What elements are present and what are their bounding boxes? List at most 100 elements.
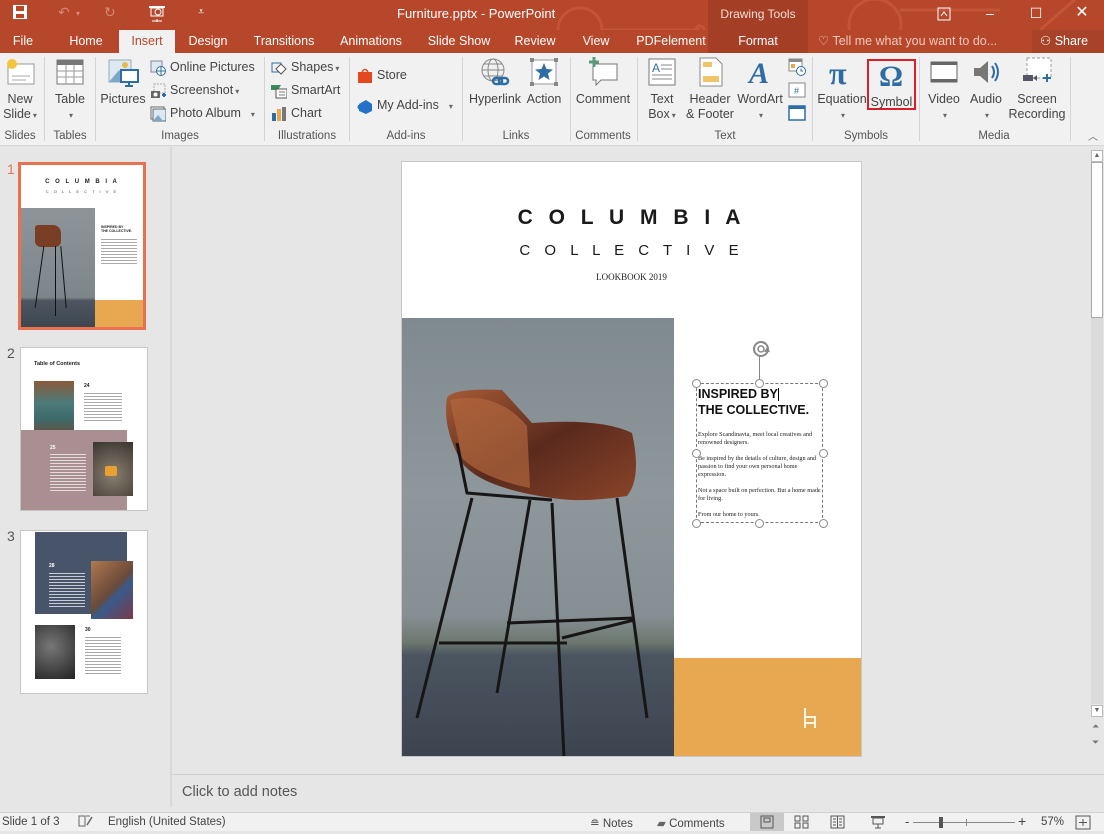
divider [264, 57, 265, 141]
slide-show-button[interactable] [870, 815, 886, 832]
screenshot-button[interactable]: Screenshot ▾ [150, 80, 239, 100]
comment-button[interactable]: Comment [574, 56, 632, 107]
new-slide-button[interactable]: New Slide ▾ [2, 56, 38, 123]
slide-thumbnail-1[interactable]: C O L U M B I A C O L L E C T I V E INSP… [18, 162, 146, 330]
tab-home[interactable]: Home [62, 30, 110, 53]
video-button[interactable]: Video ▾ [924, 56, 964, 123]
tab-format[interactable]: Format [708, 30, 808, 53]
share-button[interactable]: ⚇ Share [1032, 30, 1104, 53]
spell-check-icon[interactable] [78, 814, 94, 831]
slide-sorter-button[interactable] [794, 815, 810, 832]
language-indicator[interactable]: English (United States) [108, 816, 226, 828]
header-footer-button[interactable]: Header & Footer [684, 56, 736, 122]
store-label: Store [377, 68, 407, 82]
maximize-button[interactable]: ☐ [1016, 2, 1056, 26]
zoom-slider-track[interactable] [913, 822, 1015, 823]
screen-recording-button[interactable]: Screen Recording [1008, 56, 1066, 122]
zoom-out-button[interactable]: - [905, 814, 909, 829]
date-time-icon[interactable] [788, 58, 806, 81]
previous-slide-icon[interactable]: ⏶ [1092, 721, 1099, 732]
notes-placeholder[interactable]: Click to add notes [182, 784, 297, 800]
vertical-scrollbar[interactable]: ▲ ▼ ⏶ ⏷ [1090, 147, 1104, 772]
resize-handle[interactable] [691, 448, 701, 458]
resize-handle[interactable] [755, 518, 764, 528]
symbol-button[interactable]: Ω Symbol [867, 59, 916, 110]
tell-me-search[interactable]: ♡ Tell me what you want to do... [818, 30, 997, 53]
fit-slide-to-window-button[interactable] [1075, 815, 1091, 833]
scroll-thumb[interactable] [1091, 162, 1103, 318]
zoom-level[interactable]: 57% [1041, 816, 1064, 828]
redo-icon[interactable]: ↻ [104, 4, 116, 21]
resize-handle[interactable] [755, 378, 764, 388]
thumbnail-number: 1 [7, 161, 15, 177]
notes-toggle[interactable]: ≘ Notes [590, 816, 633, 830]
scroll-up-button[interactable]: ▲ [1091, 150, 1103, 162]
shapes-button[interactable]: Shapes ▾ [271, 57, 339, 77]
ribbon-display-options-icon[interactable] [924, 2, 964, 26]
present-from-beginning-icon[interactable] [148, 4, 166, 25]
rotate-handle-icon[interactable] [750, 338, 772, 360]
resize-handle[interactable] [691, 378, 701, 388]
slide-number-icon[interactable]: # [788, 82, 806, 103]
slide-1[interactable]: C O L U M B I A C O L L E C T I V E LOOK… [402, 162, 861, 756]
scroll-down-button[interactable]: ▼ [1091, 705, 1103, 717]
tab-slide-show[interactable]: Slide Show [426, 30, 492, 53]
tab-animations[interactable]: Animations [335, 30, 407, 53]
customize-qat-icon[interactable]: ⩡ [198, 6, 204, 19]
comments-toggle[interactable]: ▰ Comments [657, 816, 725, 830]
tab-insert[interactable]: Insert [119, 30, 175, 53]
resize-handle[interactable] [818, 518, 828, 528]
wordart-button[interactable]: A WordArt ▾ [736, 56, 784, 123]
resize-handle[interactable] [691, 518, 701, 528]
tab-file[interactable]: File [4, 30, 42, 53]
normal-view-button[interactable] [750, 813, 784, 831]
divider [812, 57, 813, 141]
chair-photo[interactable] [402, 318, 674, 756]
photo-album-button[interactable]: Photo Album ▾ [150, 103, 255, 123]
resize-handle[interactable] [818, 448, 828, 458]
audio-button[interactable]: Audio ▾ [966, 56, 1006, 123]
resize-handle[interactable] [818, 378, 828, 388]
smartart-button[interactable]: SmartArt [271, 80, 340, 100]
online-pictures-button[interactable]: Online Pictures [150, 57, 255, 77]
table-button[interactable]: Table ▾ [50, 56, 90, 123]
reading-view-button[interactable] [830, 815, 846, 832]
chart-button[interactable]: Chart [271, 103, 322, 123]
slide-thumbnail-3[interactable]: 28 30 [20, 530, 148, 694]
zoom-slider-thumb[interactable] [938, 817, 943, 828]
action-button[interactable]: Action [524, 56, 564, 107]
slide-tagline[interactable]: LOOKBOOK 2019 [402, 272, 861, 282]
text-box-icon: A [646, 56, 678, 88]
hyperlink-button[interactable]: Hyperlink [468, 56, 522, 107]
tab-view[interactable]: View [578, 30, 614, 53]
divider [570, 57, 571, 141]
collapse-ribbon-icon[interactable]: ︿ [1088, 128, 1098, 143]
text-box-label: Text [650, 92, 674, 106]
selected-text-box[interactable]: INSPIRED BY THE COLLECTIVE. Explore Scan… [696, 383, 823, 523]
zoom-in-button[interactable]: + [1018, 813, 1026, 829]
pictures-button[interactable]: Pictures [100, 56, 146, 107]
text-box-heading[interactable]: INSPIRED BY THE COLLECTIVE. [698, 386, 809, 418]
text-box-body[interactable]: Explore Scandinavia, meet local creative… [698, 431, 822, 519]
next-slide-icon[interactable]: ⏷ [1092, 737, 1099, 748]
undo-dropdown-icon[interactable]: ▾ [76, 9, 80, 18]
my-addins-button[interactable]: My Add-ins ▾ [357, 95, 453, 115]
object-icon[interactable] [788, 105, 806, 126]
slide-title[interactable]: C O L U M B I A [402, 206, 861, 230]
tab-pdfelement[interactable]: PDFelement [632, 30, 710, 53]
text-cursor [777, 388, 779, 402]
slide-thumbnail-2[interactable]: Table of Contents 24 25 [20, 347, 148, 511]
tab-design[interactable]: Design [183, 30, 233, 53]
store-button[interactable]: Store [357, 65, 407, 85]
tab-review[interactable]: Review [512, 30, 558, 53]
minimize-button[interactable]: – [970, 2, 1010, 26]
tab-transitions[interactable]: Transitions [250, 30, 318, 53]
undo-icon[interactable]: ↶ [58, 4, 70, 21]
scroll-track[interactable] [1091, 318, 1103, 704]
slide-subtitle[interactable]: C O L L E C T I V E [402, 242, 861, 259]
close-button[interactable]: ✕ [1062, 2, 1102, 26]
save-icon[interactable] [12, 4, 28, 23]
text-box-button[interactable]: A Text Box ▾ [643, 56, 681, 123]
equation-button[interactable]: π Equation ▾ [817, 55, 867, 123]
notes-pane[interactable]: Click to add notes [172, 774, 1104, 812]
